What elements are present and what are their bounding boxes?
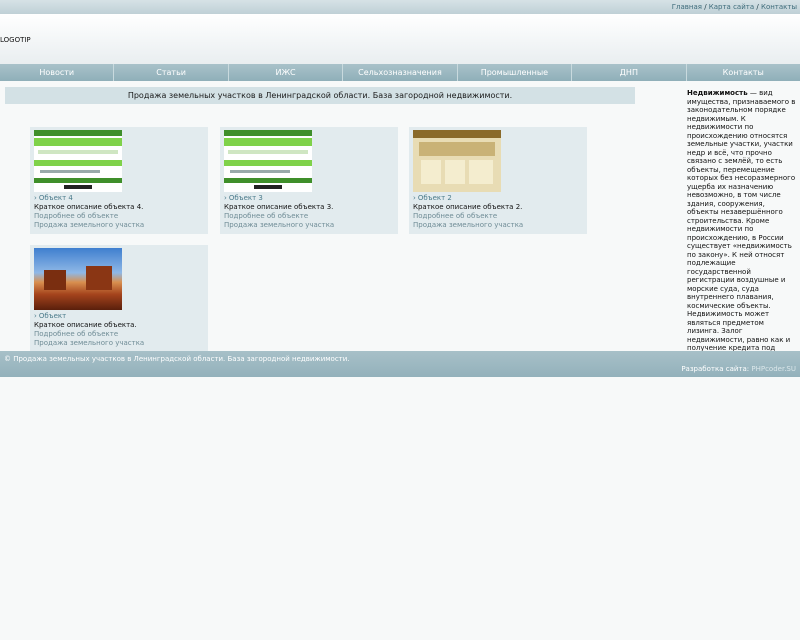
sidebar-text: — вид имущества, признаваемого в законод… — [687, 89, 796, 369]
developer-label: Разработка сайта: — [681, 365, 750, 373]
main-nav: Новости Статьи ИЖС Сельхозназначения Про… — [0, 64, 800, 81]
sidebar-info: Недвижимость — вид имущества, признаваем… — [687, 89, 797, 370]
nav-item-agricultural[interactable]: Сельхозназначения — [343, 64, 458, 81]
nav-item-izhs[interactable]: ИЖС — [229, 64, 344, 81]
header: LOGOTIP — [0, 14, 800, 64]
object-category-link[interactable]: Продажа земельного участка — [224, 221, 394, 230]
chevron-right-icon: › — [413, 194, 416, 202]
object-description: Краткое описание объекта 4. — [34, 203, 144, 211]
nav-item-articles[interactable]: Статьи — [114, 64, 229, 81]
object-thumbnail[interactable] — [34, 248, 122, 310]
object-category-link[interactable]: Продажа земельного участка — [34, 221, 204, 230]
object-more-link[interactable]: Подробнее об объекте — [413, 212, 583, 221]
nav-item-dnp[interactable]: ДНП — [572, 64, 687, 81]
sidebar-term: Недвижимость — [687, 89, 748, 97]
object-thumbnail[interactable] — [34, 130, 122, 192]
object-card: › Объект Краткое описание объекта. Подроб… — [30, 245, 208, 352]
footer: © Продажа земельных участков в Ленинград… — [0, 351, 800, 377]
object-category-link[interactable]: Продажа земельного участка — [34, 339, 204, 348]
nav-item-contacts[interactable]: Контакты — [687, 64, 800, 81]
object-more-link[interactable]: Подробнее об объекте — [34, 212, 204, 221]
nav-item-news[interactable]: Новости — [0, 64, 115, 81]
object-card: › Объект 4 Краткое описание объекта 4. По… — [30, 127, 208, 234]
contacts-link[interactable]: Контакты — [761, 3, 797, 11]
object-more-link[interactable]: Подробнее об объекте — [34, 330, 204, 339]
footer-copyright: © Продажа земельных участков в Ленинград… — [4, 355, 350, 363]
object-description: Краткое описание объекта. — [34, 321, 137, 329]
page-title-banner: Продажа земельных участков в Ленинградск… — [5, 87, 635, 104]
object-card: › Объект 3 Краткое описание объекта 3. По… — [220, 127, 398, 234]
object-thumbnail[interactable] — [224, 130, 312, 192]
object-title[interactable]: › Объект 4 — [34, 194, 204, 203]
object-category-link[interactable]: Продажа земельного участка — [413, 221, 583, 230]
object-title[interactable]: › Объект 2 — [413, 194, 583, 203]
link-separator: / — [704, 3, 707, 11]
object-title[interactable]: › Объект 3 — [224, 194, 394, 203]
developer-link[interactable]: PHPcoder.SU — [751, 365, 796, 373]
object-card: › Объект 2 Краткое описание объекта 2. По… — [409, 127, 587, 234]
link-separator: / — [756, 3, 759, 11]
object-more-link[interactable]: Подробнее об объекте — [224, 212, 394, 221]
chevron-right-icon: › — [34, 312, 37, 320]
home-link[interactable]: Главная — [672, 3, 702, 11]
top-links-bar: Главная / Карта сайта / Контакты — [0, 0, 800, 14]
sitemap-link[interactable]: Карта сайта — [709, 3, 754, 11]
nav-item-industrial[interactable]: Промышленные — [458, 64, 573, 81]
chevron-right-icon: › — [34, 194, 37, 202]
object-thumbnail[interactable] — [413, 130, 501, 192]
site-logo[interactable]: LOGOTIP — [0, 36, 31, 44]
object-title[interactable]: › Объект — [34, 312, 204, 321]
footer-developer: Разработка сайта: PHPcoder.SU — [681, 365, 796, 373]
chevron-right-icon: › — [224, 194, 227, 202]
object-description: Краткое описание объекта 3. — [224, 203, 334, 211]
object-description: Краткое описание объекта 2. — [413, 203, 523, 211]
